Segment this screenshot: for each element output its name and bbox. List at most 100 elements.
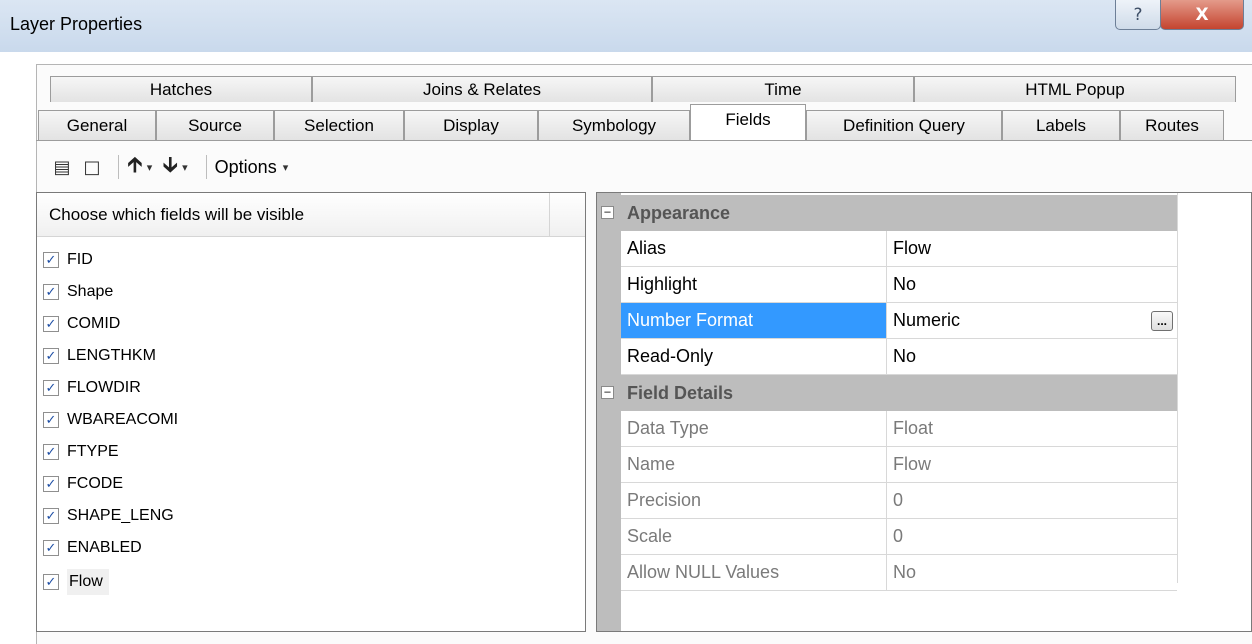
property-value[interactable]: No bbox=[887, 267, 1177, 303]
tab-label: Routes bbox=[1145, 115, 1199, 135]
tab-joins-relates[interactable]: Joins & Relates bbox=[312, 76, 652, 102]
tab-label: Symbology bbox=[571, 115, 657, 135]
close-button[interactable]: X bbox=[1160, 0, 1244, 30]
property-row-number-format[interactable]: Number Format Numeric ... bbox=[597, 303, 1177, 339]
list-item[interactable]: ✓ FLOWDIR bbox=[43, 373, 141, 403]
property-row-scale[interactable]: Scale 0 bbox=[597, 519, 1177, 555]
tab-label: Fields bbox=[725, 110, 771, 129]
checkbox[interactable]: ✓ bbox=[43, 508, 59, 524]
field-name: COMID bbox=[67, 315, 121, 332]
checkbox[interactable]: ✓ bbox=[43, 284, 59, 300]
list-item[interactable]: ✓ COMID bbox=[43, 309, 120, 339]
checkbox[interactable]: ✓ bbox=[43, 540, 59, 556]
tab-selection[interactable]: Selection bbox=[274, 110, 404, 140]
property-name: Scale bbox=[621, 519, 887, 555]
fields-list-header[interactable]: Choose which fields will be visible bbox=[37, 193, 585, 237]
tab-definition-query[interactable]: Definition Query bbox=[806, 110, 1002, 140]
checkbox[interactable]: ✓ bbox=[43, 252, 59, 268]
property-name: Read-Only bbox=[621, 339, 887, 375]
list-item[interactable]: ✓ FCODE bbox=[43, 469, 123, 499]
options-dropdown-icon[interactable]: ▾ bbox=[283, 161, 289, 174]
category-appearance[interactable]: − Appearance bbox=[597, 195, 1177, 231]
close-icon: X bbox=[1195, 4, 1209, 25]
move-down-icon[interactable]: 🡳 bbox=[162, 148, 178, 186]
property-name: Data Type bbox=[621, 411, 887, 447]
checkbox[interactable]: ✓ bbox=[43, 348, 59, 364]
options-menu-button[interactable]: Options bbox=[215, 157, 277, 178]
property-name: Allow NULL Values bbox=[621, 555, 887, 591]
list-item[interactable]: ✓ SHAPE_LENG bbox=[43, 501, 174, 531]
checkbox[interactable]: ✓ bbox=[43, 574, 59, 590]
category-label: Field Details bbox=[627, 383, 734, 403]
tab-general[interactable]: General bbox=[38, 110, 156, 140]
property-name: Number Format bbox=[621, 303, 887, 339]
table-view-icon[interactable]: ▤ bbox=[50, 155, 74, 179]
list-item[interactable]: ✓ WBAREACOMI bbox=[43, 405, 178, 435]
property-row-name[interactable]: Name Flow bbox=[597, 447, 1177, 483]
property-value: 0 bbox=[887, 519, 1177, 555]
tab-source[interactable]: Source bbox=[156, 110, 274, 140]
list-item[interactable]: ✓ ENABLED bbox=[43, 533, 142, 563]
checkbox[interactable]: ✓ bbox=[43, 316, 59, 332]
property-row-data-type[interactable]: Data Type Float bbox=[597, 411, 1177, 447]
list-item[interactable]: ✓ FID bbox=[43, 245, 93, 275]
category-label: Appearance bbox=[627, 203, 731, 223]
collapse-icon[interactable]: − bbox=[601, 206, 614, 219]
column-divider[interactable] bbox=[549, 193, 550, 237]
property-value[interactable]: No bbox=[887, 339, 1177, 375]
tab-label: Time bbox=[764, 79, 802, 99]
property-name: Alias bbox=[621, 231, 887, 267]
move-down-dropdown-icon[interactable]: ▾ bbox=[182, 161, 188, 174]
list-item[interactable]: ✓ LENGTHKM bbox=[43, 341, 156, 371]
move-up-dropdown-icon[interactable]: ▾ bbox=[147, 161, 153, 174]
collapse-icon[interactable]: − bbox=[601, 386, 614, 399]
fields-list-header-label: Choose which fields will be visible bbox=[49, 204, 305, 224]
checkbox[interactable]: ✓ bbox=[43, 444, 59, 460]
help-button[interactable]: ? bbox=[1115, 0, 1161, 30]
property-value: 0 bbox=[887, 483, 1177, 519]
fields-list-panel: Choose which fields will be visible ✓ FID… bbox=[36, 192, 586, 632]
tab-display[interactable]: Display bbox=[404, 110, 538, 140]
tab-fields[interactable]: Fields bbox=[690, 104, 806, 140]
property-row-alias[interactable]: Alias Flow bbox=[597, 231, 1177, 267]
move-up-icon[interactable]: 🡱 bbox=[127, 148, 143, 186]
list-item[interactable]: ✓ Shape bbox=[43, 277, 113, 307]
property-row-highlight[interactable]: Highlight No bbox=[597, 267, 1177, 303]
category-field-details[interactable]: − Field Details bbox=[597, 375, 1177, 411]
property-name: Highlight bbox=[621, 267, 887, 303]
list-item[interactable]: ✓ Flow bbox=[43, 567, 109, 597]
toolbar-separator bbox=[118, 155, 119, 179]
ellipsis-button[interactable]: ... bbox=[1151, 311, 1173, 331]
tab-label: Joins & Relates bbox=[422, 79, 542, 99]
tab-label: HTML Popup bbox=[1025, 79, 1125, 99]
toolbar-separator bbox=[205, 155, 207, 179]
field-name: Flow bbox=[67, 569, 109, 595]
tab-label: Labels bbox=[1035, 115, 1087, 135]
tab-symbology[interactable]: Symbology bbox=[538, 110, 690, 140]
list-view-icon[interactable]: □ bbox=[80, 155, 104, 179]
tab-time[interactable]: Time bbox=[652, 76, 914, 102]
property-value-text: Numeric bbox=[893, 310, 961, 330]
property-row-read-only[interactable]: Read-Only No bbox=[597, 339, 1177, 375]
tab-routes[interactable]: Routes bbox=[1120, 110, 1224, 140]
tab-labels[interactable]: Labels bbox=[1002, 110, 1120, 140]
field-name: SHAPE_LENG bbox=[67, 507, 174, 524]
field-name: FTYPE bbox=[67, 443, 119, 460]
field-name: FLOWDIR bbox=[67, 379, 141, 396]
property-row-precision[interactable]: Precision 0 bbox=[597, 483, 1177, 519]
checkbox[interactable]: ✓ bbox=[43, 476, 59, 492]
checkbox[interactable]: ✓ bbox=[43, 412, 59, 428]
property-value: Float bbox=[887, 411, 1177, 447]
tab-html-popup[interactable]: HTML Popup bbox=[914, 76, 1236, 102]
tab-label: Hatches bbox=[149, 79, 213, 99]
tab-hatches[interactable]: Hatches bbox=[50, 76, 312, 102]
title-bar: Layer Properties ? X bbox=[0, 0, 1252, 52]
field-name: LENGTHKM bbox=[67, 347, 156, 364]
property-row-allow-null[interactable]: Allow NULL Values No bbox=[597, 555, 1177, 591]
property-value[interactable]: Numeric ... bbox=[887, 303, 1177, 339]
list-item[interactable]: ✓ FTYPE bbox=[43, 437, 119, 467]
tab-label: Definition Query bbox=[843, 115, 965, 135]
fields-toolbar: ▤ □ 🡱 ▾ 🡳 ▾ Options ▾ bbox=[50, 150, 298, 184]
checkbox[interactable]: ✓ bbox=[43, 380, 59, 396]
property-value[interactable]: Flow bbox=[887, 231, 1177, 267]
